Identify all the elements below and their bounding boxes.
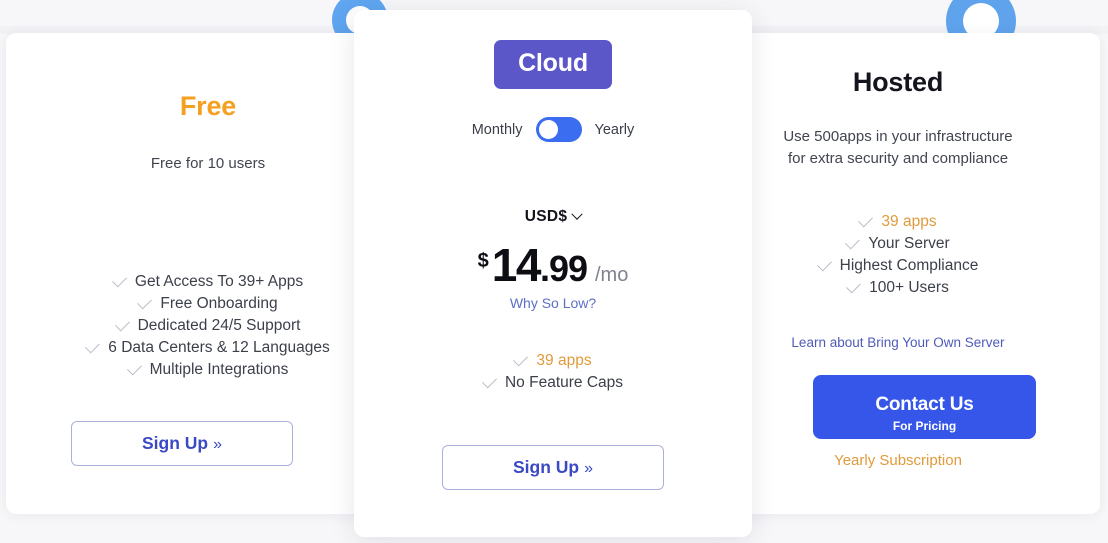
- list-item: 6 Data Centers & 12 Languages: [6, 337, 410, 358]
- list-item: Highest Compliance: [696, 255, 1100, 276]
- feature-label: 39 apps: [881, 213, 937, 230]
- currency-label: USD$: [524, 208, 568, 225]
- contact-us-sublabel: For Pricing: [892, 419, 957, 433]
- feature-label: Your Server: [868, 235, 950, 252]
- list-item: 39 apps: [696, 211, 1100, 232]
- list-item: Multiple Integrations: [6, 359, 410, 380]
- yearly-subscription-wrap: Yearly Subscription: [696, 452, 1100, 470]
- currency-selector[interactable]: USD$: [524, 208, 583, 226]
- double-chevron-right-icon: »: [584, 460, 593, 477]
- cloud-sign-up-button[interactable]: Sign Up»: [442, 445, 664, 490]
- billing-period-toggle-row[interactable]: Monthly Yearly: [354, 117, 752, 142]
- check-icon: [513, 351, 529, 366]
- why-so-low-link[interactable]: Why So Low?: [510, 295, 596, 311]
- pricing-card-cloud: Cloud Monthly Yearly USD$ $ 14 .99 /mo W…: [354, 10, 752, 537]
- list-item: Free Onboarding: [6, 293, 410, 314]
- price-decimal: .99: [539, 248, 588, 289]
- list-item: Dedicated 24/5 Support: [6, 315, 410, 336]
- list-item: Get Access To 39+ Apps: [6, 271, 410, 292]
- list-item: Your Server: [696, 233, 1100, 254]
- check-icon: [111, 272, 127, 287]
- feature-label: Dedicated 24/5 Support: [137, 317, 301, 334]
- hosted-feature-list: 39 apps Your Server Highest Compliance 1…: [696, 211, 1100, 299]
- price-integer: 14: [491, 239, 542, 291]
- list-item: No Feature Caps: [354, 372, 752, 393]
- pricing-card-hosted: Hosted Use 500apps in your infrastructur…: [696, 33, 1100, 514]
- contact-us-label: Contact Us: [875, 394, 974, 415]
- cloud-feature-list: 39 apps No Feature Caps: [354, 350, 752, 394]
- feature-label: Get Access To 39+ Apps: [134, 273, 304, 290]
- cloud-sign-up-label: Sign Up: [512, 457, 580, 477]
- check-icon: [85, 338, 101, 353]
- billing-monthly-label[interactable]: Monthly: [472, 122, 523, 138]
- price-currency-symbol: $: [477, 250, 489, 272]
- hosted-plan-subtitle: Use 500apps in your infrastructure for e…: [696, 126, 1100, 170]
- free-plan-subtitle: Free for 10 users: [150, 155, 266, 172]
- feature-label: 6 Data Centers & 12 Languages: [108, 339, 330, 356]
- hosted-subtitle-line-1: Use 500apps in your infrastructure: [783, 128, 1013, 145]
- feature-label: Multiple Integrations: [149, 361, 289, 378]
- billing-yearly-label[interactable]: Yearly: [595, 122, 635, 138]
- billing-period-switch[interactable]: [535, 117, 582, 142]
- feature-label: No Feature Caps: [504, 374, 624, 391]
- check-icon: [482, 373, 497, 388]
- feature-label: 39 apps: [536, 352, 592, 369]
- free-feature-list: Get Access To 39+ Apps Free Onboarding D…: [6, 271, 410, 381]
- pricing-card-free: Free Free for 10 users Get Access To 39+…: [6, 33, 410, 514]
- chevron-down-icon: [571, 208, 583, 220]
- check-icon: [846, 278, 862, 293]
- switch-knob: [538, 120, 558, 139]
- list-item: 39 apps: [354, 350, 752, 371]
- feature-label: 100+ Users: [869, 279, 949, 296]
- bring-your-own-server-wrap: Learn about Bring Your Own Server: [696, 334, 1100, 352]
- hosted-subtitle-line-2: for extra security and compliance: [787, 150, 1009, 167]
- currency-selector-wrap: USD$: [354, 208, 752, 226]
- check-icon: [858, 212, 874, 227]
- check-icon: [845, 234, 861, 249]
- price-period: /mo: [595, 264, 629, 286]
- learn-about-byos-link[interactable]: Learn about Bring Your Own Server: [791, 335, 1004, 350]
- check-icon: [137, 294, 153, 309]
- check-icon: [114, 316, 130, 331]
- contact-us-button[interactable]: Contact Us For Pricing: [813, 375, 1036, 439]
- double-chevron-right-icon: »: [213, 436, 222, 453]
- free-sign-up-label: Sign Up: [141, 433, 209, 453]
- why-so-low-wrap: Why So Low?: [354, 295, 752, 313]
- feature-label: Free Onboarding: [160, 295, 278, 312]
- yearly-subscription-link[interactable]: Yearly Subscription: [834, 452, 962, 469]
- feature-label: Highest Compliance: [839, 257, 979, 274]
- check-icon: [126, 360, 142, 375]
- cloud-badge-wrap: Cloud: [354, 40, 752, 89]
- free-plan-title: Free: [179, 91, 237, 121]
- list-item: 100+ Users: [696, 277, 1100, 298]
- cloud-price: $ 14 .99 /mo: [354, 238, 752, 292]
- hosted-plan-title: Hosted: [852, 67, 944, 97]
- check-icon: [816, 256, 832, 271]
- free-sign-up-button[interactable]: Sign Up»: [71, 421, 293, 466]
- cloud-plan-badge: Cloud: [494, 40, 612, 89]
